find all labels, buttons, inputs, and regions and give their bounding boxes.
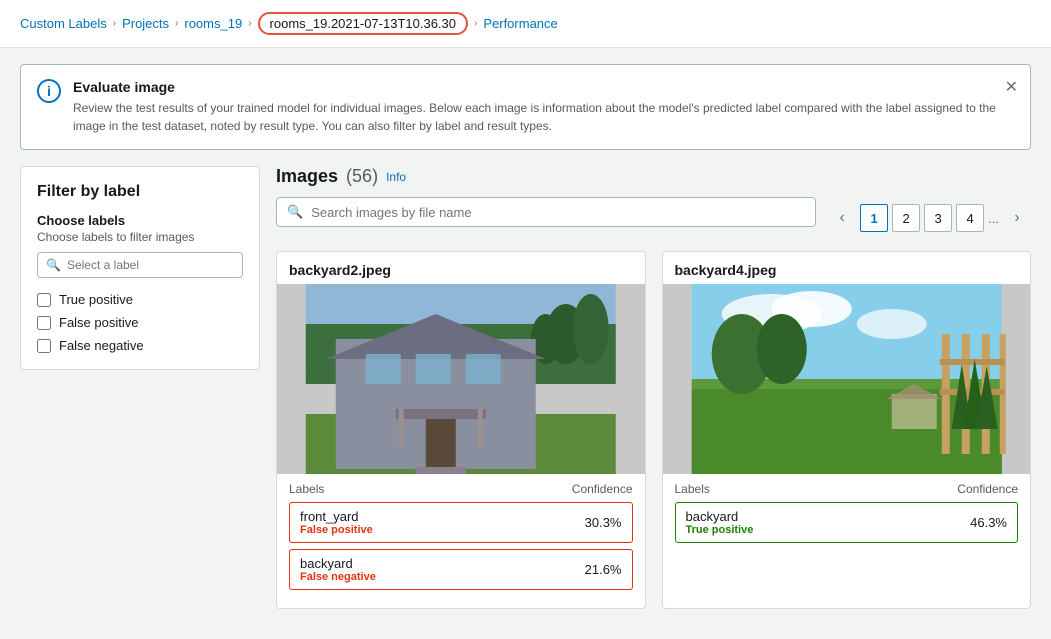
- false-positive-label: False positive: [59, 315, 138, 330]
- label-type-backyard-fn: False negative: [300, 571, 565, 583]
- label-type-front-yard: False positive: [300, 524, 565, 536]
- page-2-button[interactable]: 2: [892, 204, 920, 232]
- next-page-button[interactable]: ›: [1003, 204, 1031, 232]
- image-backyard4-preview: [663, 284, 1031, 474]
- image-grid: backyard2.jpeg: [276, 251, 1031, 609]
- label-row-front-yard: front_yard False positive 30.3%: [289, 502, 633, 543]
- filter-sidebar: Filter by label Choose labels Choose lab…: [20, 166, 260, 370]
- false-negative-label: False negative: [59, 338, 144, 353]
- banner-close-button[interactable]: ✕: [1005, 77, 1018, 97]
- label-row-backyard-fn: backyard False negative 21.6%: [289, 549, 633, 590]
- breadcrumb-sep-3: ›: [248, 18, 251, 29]
- info-banner: i Evaluate image Review the test results…: [20, 64, 1031, 150]
- false-positive-checkbox[interactable]: [37, 316, 51, 330]
- label-row-backyard-tp: backyard True positive 46.3%: [675, 502, 1019, 543]
- image-backyard2-preview: [277, 284, 645, 474]
- label-confidence-front-yard: 30.3%: [575, 509, 632, 536]
- image-card-backyard2-title: backyard2.jpeg: [277, 252, 645, 284]
- images-header: Images (56) Info: [276, 166, 1031, 187]
- image-card-backyard2: backyard2.jpeg: [276, 251, 646, 609]
- images-title: Images: [276, 166, 338, 187]
- true-positive-checkbox[interactable]: [37, 293, 51, 307]
- breadcrumb-sep-2: ›: [175, 18, 178, 29]
- label-search-icon: 🔍: [46, 258, 61, 272]
- info-icon: i: [37, 79, 61, 103]
- confidence-col-header-4: Confidence: [957, 482, 1018, 496]
- label-type-backyard-tp: True positive: [686, 524, 951, 536]
- filter-checkboxes: True positive False positive False negat…: [37, 292, 243, 353]
- image-card-backyard4: backyard4.jpeg: [662, 251, 1032, 609]
- images-panel: Images (56) Info 🔍 ‹ 1 2 3 4 ... ›: [276, 166, 1031, 609]
- true-positive-label: True positive: [59, 292, 133, 307]
- labels-col-header: Labels: [289, 482, 324, 496]
- banner-text: Review the test results of your trained …: [73, 99, 1014, 135]
- page-1-button[interactable]: 1: [860, 204, 888, 232]
- breadcrumb-rooms19[interactable]: rooms_19: [184, 16, 242, 31]
- label-name-backyard-tp: backyard: [686, 509, 951, 524]
- page-4-button[interactable]: 4: [956, 204, 984, 232]
- breadcrumb-performance[interactable]: Performance: [483, 16, 557, 31]
- breadcrumb-sep-1: ›: [113, 18, 116, 29]
- filter-title: Filter by label: [37, 183, 243, 201]
- filter-false-positive[interactable]: False positive: [37, 315, 243, 330]
- label-search-input[interactable]: [67, 258, 234, 272]
- prev-page-button[interactable]: ‹: [828, 204, 856, 232]
- image-card-backyard4-labels: Labels Confidence backyard True positive…: [663, 474, 1031, 561]
- label-name-backyard-fn: backyard: [300, 556, 565, 571]
- label-cell-backyard-fn: backyard False negative: [290, 550, 575, 589]
- label-header-backyard2: Labels Confidence: [289, 482, 633, 496]
- page-3-button[interactable]: 3: [924, 204, 952, 232]
- pagination-ellipsis: ...: [988, 211, 999, 226]
- main-layout: Filter by label Choose labels Choose lab…: [0, 166, 1051, 629]
- label-confidence-backyard-fn: 21.6%: [575, 556, 632, 583]
- image-search-bar: 🔍: [276, 197, 816, 227]
- image-card-backyard2-labels: Labels Confidence front_yard False posit…: [277, 474, 645, 608]
- label-confidence-backyard-tp: 46.3%: [960, 509, 1017, 536]
- breadcrumb: Custom Labels › Projects › rooms_19 › ro…: [0, 0, 1051, 48]
- filter-false-negative[interactable]: False negative: [37, 338, 243, 353]
- image-card-backyard4-title: backyard4.jpeg: [663, 252, 1031, 284]
- label-cell-backyard-tp: backyard True positive: [676, 503, 961, 542]
- breadcrumb-projects[interactable]: Projects: [122, 16, 169, 31]
- search-pagination-row: 🔍 ‹ 1 2 3 4 ... ›: [276, 197, 1031, 239]
- filter-true-positive[interactable]: True positive: [37, 292, 243, 307]
- labels-col-header-4: Labels: [675, 482, 710, 496]
- banner-title: Evaluate image: [73, 79, 1014, 95]
- label-search-container: 🔍: [37, 252, 243, 278]
- filter-choose-sub: Choose labels to filter images: [37, 230, 243, 244]
- image-search-input[interactable]: [311, 205, 805, 220]
- false-negative-checkbox[interactable]: [37, 339, 51, 353]
- breadcrumb-sep-4: ›: [474, 18, 477, 29]
- filter-choose-labels: Choose labels: [37, 213, 243, 228]
- image-search-icon: 🔍: [287, 204, 303, 220]
- images-count: (56): [346, 166, 378, 187]
- confidence-col-header: Confidence: [572, 482, 633, 496]
- breadcrumb-current[interactable]: rooms_19.2021-07-13T10.36.30: [258, 12, 468, 35]
- label-header-backyard4: Labels Confidence: [675, 482, 1019, 496]
- images-info-link[interactable]: Info: [386, 170, 406, 184]
- breadcrumb-custom-labels[interactable]: Custom Labels: [20, 16, 107, 31]
- label-name-front-yard: front_yard: [300, 509, 565, 524]
- label-cell-front-yard: front_yard False positive: [290, 503, 575, 542]
- pagination: ‹ 1 2 3 4 ... ›: [828, 204, 1031, 232]
